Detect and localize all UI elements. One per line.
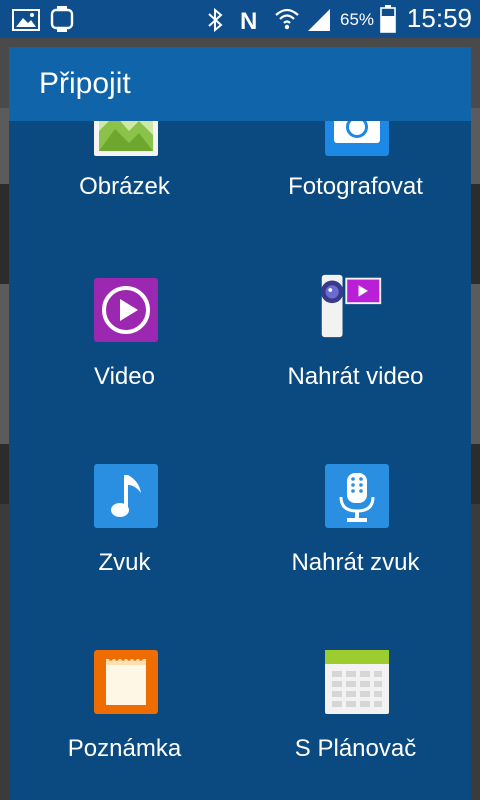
option-label: Obrázek [79, 173, 170, 200]
option-s-planner[interactable]: S Plánovač [240, 649, 471, 800]
option-take-photo[interactable]: Fotografovat [240, 121, 471, 277]
memo-icon [94, 650, 158, 714]
image-icon [94, 121, 158, 156]
option-video[interactable]: Video [9, 277, 240, 463]
dialog-title: Připojit [39, 67, 131, 100]
svg-text:N: N [240, 8, 257, 33]
camera-icon [325, 121, 389, 156]
option-label: S Plánovač [294, 735, 417, 762]
option-label: Zvuk [98, 549, 151, 576]
attach-options-grid: Obrázek Fotografovat Video Nahrát video … [9, 121, 471, 800]
option-audio[interactable]: Zvuk [9, 463, 240, 649]
option-label: Poznámka [67, 735, 182, 762]
video-play-icon [94, 278, 158, 342]
option-label: Fotografovat [288, 173, 423, 200]
music-note-icon [94, 464, 158, 528]
option-record-video[interactable]: Nahrát video [240, 274, 471, 463]
watch-icon [50, 6, 74, 32]
gallery-icon [12, 9, 40, 31]
attach-dialog: Připojit Obrázek Fotografovat Video Nahr… [9, 47, 471, 800]
wifi-icon [275, 8, 299, 30]
dialog-header: Připojit [9, 47, 471, 121]
calendar-icon [325, 650, 389, 714]
camcorder-icon [320, 274, 382, 338]
clock: 15:59 [406, 3, 472, 33]
nfc-icon: N [240, 8, 257, 33]
bluetooth-icon [208, 8, 223, 32]
status-bar: N 65% 15:59 [0, 0, 480, 38]
option-memo[interactable]: Poznámka [9, 649, 240, 800]
voice-recorder-icon [325, 464, 389, 528]
option-image[interactable]: Obrázek [9, 121, 240, 277]
signal-icon [308, 9, 330, 31]
option-label: Nahrát zvuk [291, 549, 420, 576]
option-record-audio[interactable]: Nahrát zvuk [240, 463, 471, 649]
battery-percent: 65% [340, 10, 375, 29]
option-label: Video [94, 363, 155, 390]
battery-icon [380, 5, 396, 33]
option-label: Nahrát video [287, 363, 424, 390]
